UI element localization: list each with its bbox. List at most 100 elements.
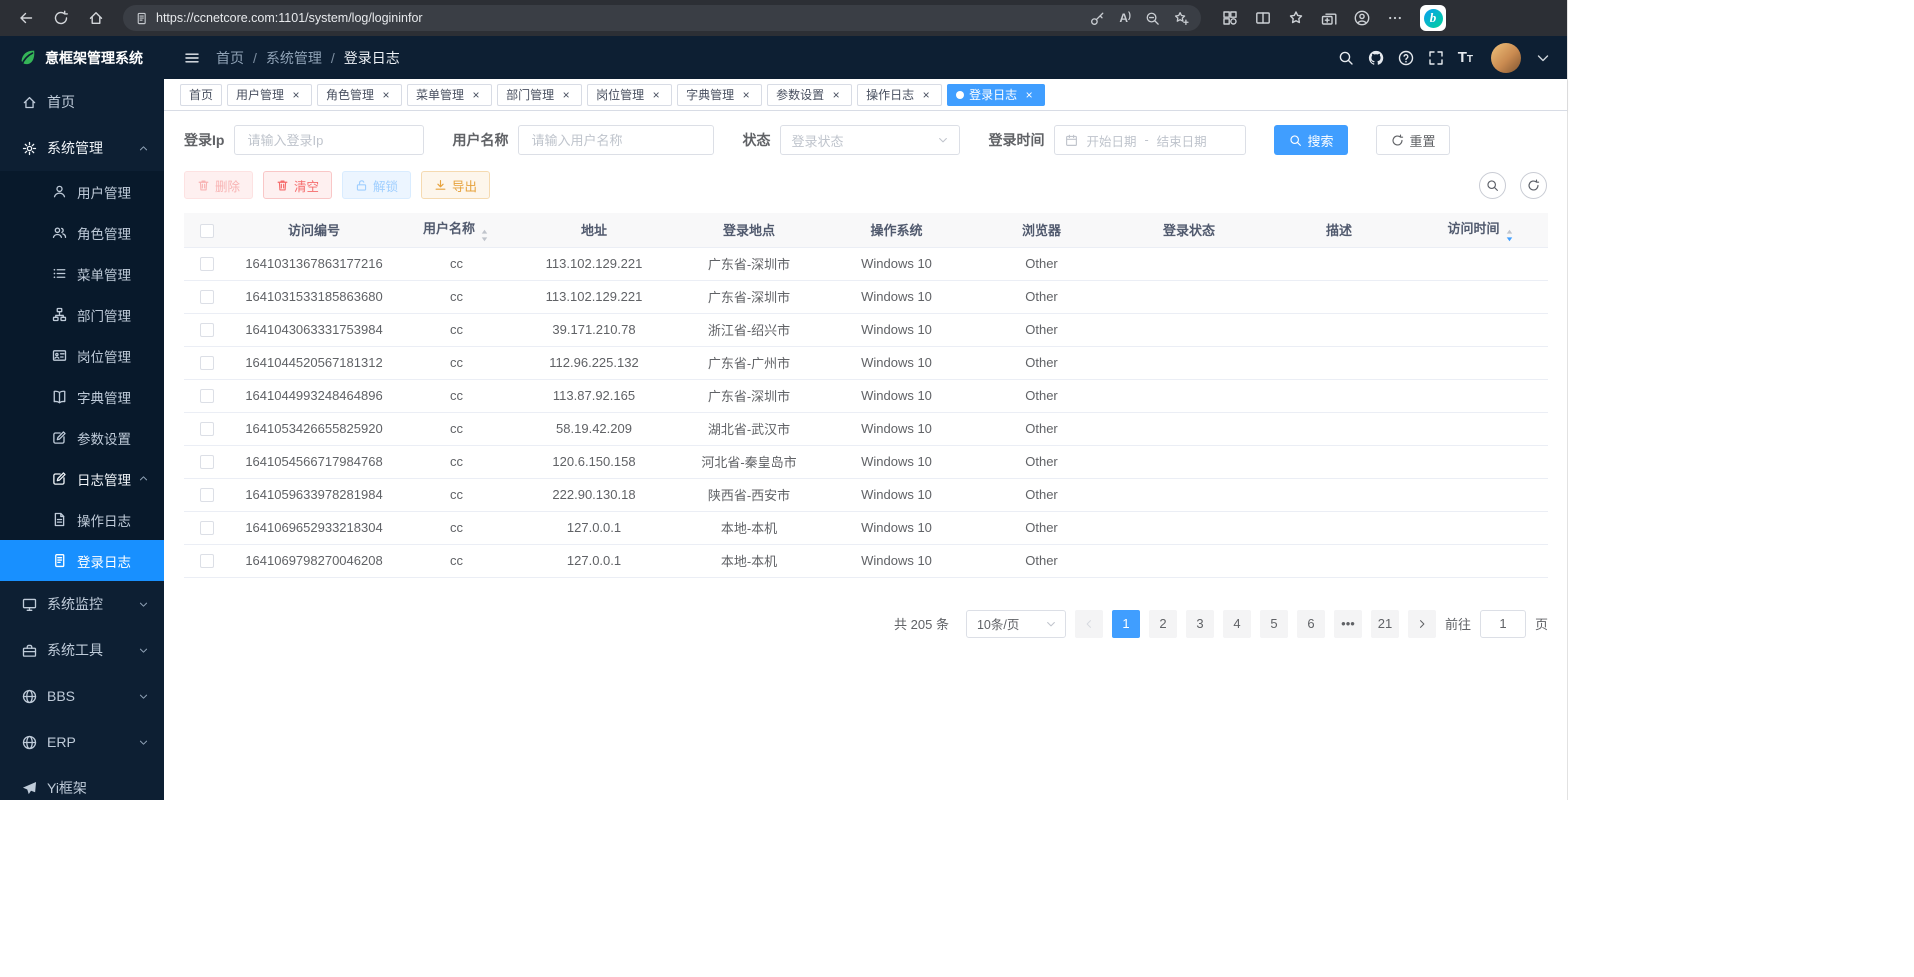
unlock-button[interactable]: 解锁 — [342, 171, 411, 199]
login-time-range-picker[interactable]: 开始日期 - 结束日期 — [1054, 125, 1246, 155]
row-checkbox[interactable] — [200, 257, 214, 271]
page-button-6[interactable]: 6 — [1297, 610, 1325, 638]
sidebar-item-system-mgmt[interactable]: 系统管理 — [0, 125, 164, 171]
tab-post-mgmt[interactable]: 岗位管理 — [587, 84, 672, 106]
row-checkbox[interactable] — [200, 488, 214, 502]
more-pages-button[interactable]: ••• — [1334, 610, 1362, 638]
sidebar-item-yi-framework[interactable]: Yi框架 — [0, 765, 164, 800]
sort-carets-icon[interactable] — [1504, 229, 1515, 242]
password-key-icon[interactable] — [1090, 11, 1105, 26]
row-checkbox[interactable] — [200, 554, 214, 568]
collections-icon[interactable] — [1321, 10, 1337, 26]
refresh-table-button[interactable] — [1520, 172, 1547, 199]
tab-operation-log[interactable]: 操作日志 — [857, 84, 942, 106]
row-checkbox[interactable] — [200, 521, 214, 535]
tab-close-icon[interactable] — [829, 88, 843, 102]
sidebar-item-erp[interactable]: ERP — [0, 719, 164, 765]
tab-param-settings[interactable]: 参数设置 — [767, 84, 852, 106]
sidebar-item-log-mgmt[interactable]: 日志管理 — [0, 458, 164, 499]
tab-close-icon[interactable] — [559, 88, 573, 102]
select-all-checkbox[interactable] — [200, 224, 214, 238]
user-avatar[interactable] — [1491, 43, 1521, 73]
sidebar-item-post-mgmt[interactable]: 岗位管理 — [0, 335, 164, 376]
page-button-2[interactable]: 2 — [1149, 610, 1177, 638]
tab-login-log[interactable]: 登录日志 — [947, 84, 1045, 106]
copilot-icon[interactable] — [1420, 5, 1446, 31]
address-bar[interactable]: https://ccnetcore.com:1101/system/log/lo… — [123, 5, 1201, 31]
tab-user-mgmt[interactable]: 用户管理 — [227, 84, 312, 106]
browser-home-button[interactable] — [82, 4, 110, 32]
sidebar-item-system-tools[interactable]: 系统工具 — [0, 627, 164, 673]
sidebar-item-role-mgmt[interactable]: 角色管理 — [0, 212, 164, 253]
add-favorite-star-icon[interactable] — [1174, 11, 1189, 26]
table-row[interactable]: 1641059633978281984 cc 222.90.130.18 陕西省… — [184, 478, 1548, 511]
tab-dict-mgmt[interactable]: 字典管理 — [677, 84, 762, 106]
tab-home[interactable]: 首页 — [180, 84, 222, 106]
page-button-1[interactable]: 1 — [1112, 610, 1140, 638]
tab-close-icon[interactable] — [1022, 88, 1036, 102]
user-name-input[interactable] — [518, 125, 714, 155]
login-status-select[interactable]: 登录状态 — [780, 125, 960, 155]
tab-close-icon[interactable] — [739, 88, 753, 102]
sidebar-item-dept-mgmt[interactable]: 部门管理 — [0, 294, 164, 335]
page-button-5[interactable]: 5 — [1260, 610, 1288, 638]
breadcrumb-item-system-mgmt[interactable]: 系统管理 — [266, 48, 322, 68]
sidebar-item-home[interactable]: 首页 — [0, 79, 164, 125]
export-button[interactable]: 导出 — [421, 171, 490, 199]
page-button-4[interactable]: 4 — [1223, 610, 1251, 638]
url-text[interactable]: https://ccnetcore.com:1101/system/log/lo… — [156, 11, 1082, 25]
page-button-21[interactable]: 21 — [1371, 610, 1399, 638]
table-row[interactable]: 1641054566717984768 cc 120.6.150.158 河北省… — [184, 445, 1548, 478]
fullscreen-icon[interactable] — [1428, 50, 1444, 66]
row-checkbox[interactable] — [200, 422, 214, 436]
table-row[interactable]: 1641069652933218304 cc 127.0.0.1 本地-本机 W… — [184, 511, 1548, 544]
tab-dept-mgmt[interactable]: 部门管理 — [497, 84, 582, 106]
chevron-down-icon[interactable] — [1535, 50, 1551, 66]
table-row[interactable]: 1641044520567181312 cc 112.96.225.132 广东… — [184, 346, 1548, 379]
login-ip-input[interactable] — [234, 125, 424, 155]
search-button[interactable]: 搜索 — [1274, 125, 1348, 155]
browser-back-button[interactable] — [12, 4, 40, 32]
extensions-icon[interactable] — [1222, 10, 1238, 26]
read-aloud-icon[interactable] — [1119, 10, 1131, 26]
tab-role-mgmt[interactable]: 角色管理 — [317, 84, 402, 106]
sidebar-item-user-mgmt[interactable]: 用户管理 — [0, 171, 164, 212]
next-page-button[interactable] — [1408, 610, 1436, 638]
tab-close-icon[interactable] — [649, 88, 663, 102]
table-row[interactable]: 1641031367863177216 cc 113.102.129.221 广… — [184, 247, 1548, 280]
row-checkbox[interactable] — [200, 389, 214, 403]
column-header-access-time[interactable]: 访问时间 — [1414, 213, 1548, 247]
tab-close-icon[interactable] — [289, 88, 303, 102]
prev-page-button[interactable] — [1075, 610, 1103, 638]
browser-refresh-button[interactable] — [47, 4, 75, 32]
zoom-icon[interactable] — [1145, 11, 1160, 26]
row-checkbox[interactable] — [200, 356, 214, 370]
row-checkbox[interactable] — [200, 323, 214, 337]
page-button-3[interactable]: 3 — [1186, 610, 1214, 638]
browser-menu-icon[interactable] — [1387, 10, 1403, 26]
tab-close-icon[interactable] — [919, 88, 933, 102]
favorites-icon[interactable] — [1288, 10, 1304, 26]
delete-button[interactable]: 删除 — [184, 171, 253, 199]
search-icon[interactable] — [1338, 50, 1354, 66]
split-screen-icon[interactable] — [1255, 10, 1271, 26]
tab-menu-mgmt[interactable]: 菜单管理 — [407, 84, 492, 106]
reset-button[interactable]: 重置 — [1376, 125, 1450, 155]
row-checkbox[interactable] — [200, 455, 214, 469]
table-row[interactable]: 1641044993248464896 cc 113.87.92.165 广东省… — [184, 379, 1548, 412]
row-checkbox[interactable] — [200, 290, 214, 304]
sidebar-item-bbs[interactable]: BBS — [0, 673, 164, 719]
sidebar-item-operation-log[interactable]: 操作日志 — [0, 499, 164, 540]
sidebar-item-menu-mgmt[interactable]: 菜单管理 — [0, 253, 164, 294]
page-size-select[interactable]: 10条/页 — [966, 610, 1066, 638]
sidebar-toggle-icon[interactable] — [184, 50, 200, 66]
table-row[interactable]: 1641031533185863680 cc 113.102.129.221 广… — [184, 280, 1548, 313]
tab-close-icon[interactable] — [469, 88, 483, 102]
column-header-user-name[interactable]: 用户名称 — [399, 213, 514, 247]
clear-button[interactable]: 清空 — [263, 171, 332, 199]
table-row[interactable]: 1641069798270046208 cc 127.0.0.1 本地-本机 W… — [184, 544, 1548, 577]
browser-profile-icon[interactable] — [1354, 10, 1370, 26]
sort-carets-icon[interactable] — [479, 229, 490, 242]
breadcrumb-item-home[interactable]: 首页 — [216, 48, 244, 68]
font-size-icon[interactable] — [1458, 50, 1473, 66]
